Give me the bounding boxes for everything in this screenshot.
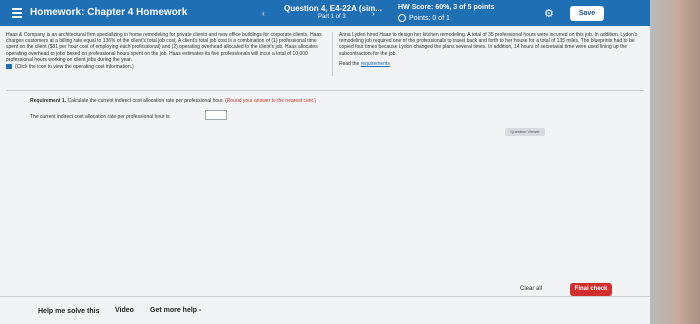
final-check-button[interactable]: Final check — [570, 283, 612, 296]
menu-icon[interactable] — [12, 8, 22, 18]
help-me-solve-button[interactable]: Help me solve this — [38, 308, 99, 315]
question-viewer-button[interactable]: Question Viewer — [505, 128, 545, 136]
content-area — [0, 26, 650, 324]
question-title[interactable]: Question 4, E4-22A (sim... — [284, 4, 382, 13]
answer-label: The current indirect cost allocation rat… — [30, 114, 170, 120]
info-link-text[interactable]: (Click the icon to view the operating co… — [15, 64, 134, 70]
footer-divider — [0, 296, 650, 297]
question-part: Part 1 of 3 — [318, 14, 346, 20]
problem-left-text: Haas & Company is an architectural firm … — [6, 32, 324, 70]
requirement-label: Requirement 1. — [30, 98, 67, 104]
requirement-1: Requirement 1. Calculate the current ind… — [30, 98, 316, 104]
points-circle-icon — [398, 14, 406, 22]
gear-icon[interactable]: ⚙ — [544, 7, 554, 20]
points: Points: 0 of 1 — [398, 14, 450, 22]
info-link[interactable]: (Click the icon to view the operating co… — [6, 64, 324, 70]
previous-question-icon[interactable]: ‹ — [262, 9, 265, 18]
section-divider — [6, 90, 644, 91]
video-button[interactable]: Video — [115, 307, 134, 314]
column-divider — [332, 32, 333, 76]
table-icon[interactable] — [6, 64, 12, 70]
save-button[interactable]: Save — [570, 6, 604, 21]
answer-input[interactable] — [205, 110, 227, 120]
problem-description: Haas & Company is an architectural firm … — [6, 32, 322, 63]
get-more-help-button[interactable]: Get more help - — [150, 307, 201, 314]
requirement-text: Calculate the current indirect cost allo… — [67, 98, 224, 104]
clear-all-button[interactable]: Clear all — [520, 286, 542, 292]
requirements-line: Read the requirements — [339, 61, 644, 67]
requirements-link[interactable]: requirements — [361, 61, 390, 67]
problem-right-text: Anna Lydon hired Haas to design her kitc… — [339, 32, 644, 67]
page-title: Homework: Chapter 4 Homework — [30, 7, 188, 18]
job-details: Anna Lydon hired Haas to design her kitc… — [339, 32, 638, 57]
top-bar: Homework: Chapter 4 Homework ‹ Question … — [0, 0, 650, 26]
read-prefix: Read the — [339, 60, 361, 67]
background-edge — [650, 0, 700, 324]
homework-screen: Homework: Chapter 4 Homework ‹ Question … — [0, 0, 650, 324]
points-text: Points: 0 of 1 — [409, 14, 450, 22]
hw-score: HW Score: 60%, 3 of 5 points — [398, 4, 495, 11]
rounding-note: (Round your answer to the nearest cent.) — [225, 98, 316, 104]
next-question-icon[interactable]: › — [372, 9, 375, 18]
